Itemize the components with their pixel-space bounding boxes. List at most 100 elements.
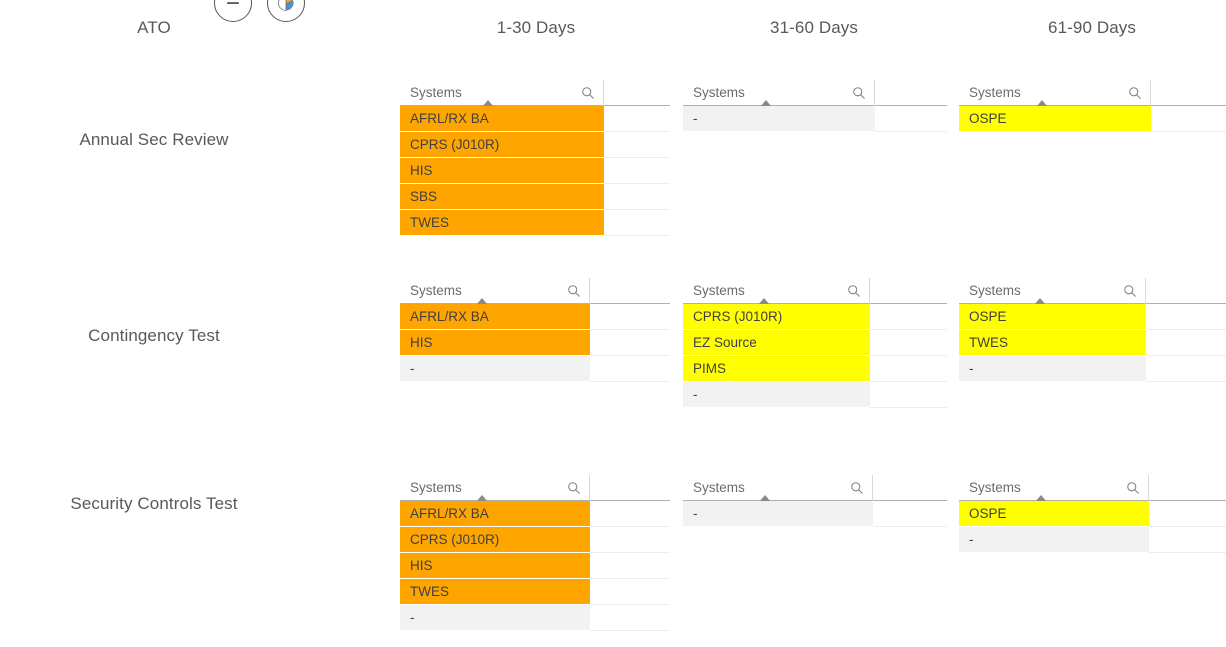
table-row[interactable]: SBS: [400, 184, 670, 210]
table-row[interactable]: AFRL/RX BA: [400, 106, 670, 132]
cell-system-name[interactable]: SBS: [400, 184, 604, 210]
cell-blank[interactable]: [1149, 527, 1226, 553]
cell-blank[interactable]: [1146, 356, 1226, 382]
cell-system-name[interactable]: OSPE: [959, 106, 1151, 132]
cell-system-name[interactable]: HIS: [400, 158, 604, 184]
cell-empty-value[interactable]: -: [683, 501, 873, 527]
table-row[interactable]: HIS: [400, 158, 670, 184]
cell-blank[interactable]: [870, 382, 947, 408]
column-header-systems[interactable]: Systems: [683, 474, 873, 502]
search-icon[interactable]: [567, 284, 581, 298]
table-row[interactable]: -: [683, 382, 947, 408]
table-row[interactable]: AFRL/RX BA: [400, 501, 670, 527]
column-header-systems[interactable]: Systems: [400, 277, 590, 305]
table-row[interactable]: CPRS (J010R): [683, 304, 947, 330]
cell-blank[interactable]: [870, 356, 947, 382]
cell-system-name[interactable]: TWES: [959, 330, 1146, 356]
column-header-systems[interactable]: Systems: [683, 79, 875, 107]
cell-system-name[interactable]: AFRL/RX BA: [400, 501, 590, 527]
column-header-blank[interactable]: [873, 475, 947, 501]
table-row[interactable]: HIS: [400, 330, 670, 356]
cell-blank[interactable]: [590, 501, 670, 527]
cell-empty-value[interactable]: -: [959, 527, 1149, 553]
cell-system-name[interactable]: CPRS (J010R): [683, 304, 870, 330]
table-row[interactable]: TWES: [400, 210, 670, 236]
cell-blank[interactable]: [604, 132, 670, 158]
cell-empty-value[interactable]: -: [400, 605, 590, 631]
column-header-systems[interactable]: Systems: [683, 277, 870, 305]
search-icon[interactable]: [847, 284, 861, 298]
table-row[interactable]: -: [400, 356, 670, 382]
column-header-blank[interactable]: [590, 278, 670, 304]
cell-blank[interactable]: [604, 210, 670, 236]
cell-blank[interactable]: [1149, 501, 1226, 527]
search-icon[interactable]: [850, 481, 864, 495]
cell-blank[interactable]: [604, 106, 670, 132]
table-row[interactable]: OSPE: [959, 106, 1226, 132]
cell-empty-value[interactable]: -: [400, 356, 590, 382]
table-row[interactable]: CPRS (J010R): [400, 527, 670, 553]
cell-system-name[interactable]: OSPE: [959, 304, 1146, 330]
cell-system-name[interactable]: OSPE: [959, 501, 1149, 527]
table-row[interactable]: -: [959, 356, 1226, 382]
cell-system-name[interactable]: TWES: [400, 579, 590, 605]
search-icon[interactable]: [567, 481, 581, 495]
table-row[interactable]: TWES: [400, 579, 670, 605]
table-row[interactable]: HIS: [400, 553, 670, 579]
cell-blank[interactable]: [590, 605, 670, 631]
column-header-blank[interactable]: [875, 80, 947, 106]
column-header-blank[interactable]: [1146, 278, 1226, 304]
table-row[interactable]: -: [683, 106, 947, 132]
cell-blank[interactable]: [875, 106, 947, 132]
search-icon[interactable]: [581, 86, 595, 100]
cell-blank[interactable]: [604, 158, 670, 184]
cell-blank[interactable]: [1146, 330, 1226, 356]
cell-blank[interactable]: [590, 579, 670, 605]
column-header-systems[interactable]: Systems: [959, 474, 1149, 502]
table-row[interactable]: OSPE: [959, 501, 1226, 527]
search-icon[interactable]: [1126, 481, 1140, 495]
cell-blank[interactable]: [590, 304, 670, 330]
table-row[interactable]: -: [400, 605, 670, 631]
column-header-systems[interactable]: Systems: [959, 277, 1146, 305]
cell-blank[interactable]: [1146, 304, 1226, 330]
column-header-blank[interactable]: [870, 278, 947, 304]
column-header-systems[interactable]: Systems: [959, 79, 1151, 107]
search-icon[interactable]: [1128, 86, 1142, 100]
cell-empty-value[interactable]: -: [683, 106, 875, 132]
column-header-systems[interactable]: Systems: [400, 474, 590, 502]
cell-system-name[interactable]: HIS: [400, 330, 590, 356]
column-header-blank[interactable]: [1151, 80, 1226, 106]
cell-system-name[interactable]: CPRS (J010R): [400, 132, 604, 158]
cell-system-name[interactable]: PIMS: [683, 356, 870, 382]
table-row[interactable]: PIMS: [683, 356, 947, 382]
cell-blank[interactable]: [870, 330, 947, 356]
cell-system-name[interactable]: CPRS (J010R): [400, 527, 590, 553]
table-row[interactable]: -: [683, 501, 947, 527]
cell-blank[interactable]: [604, 184, 670, 210]
cell-blank[interactable]: [1151, 106, 1226, 132]
cell-blank[interactable]: [873, 501, 947, 527]
cell-system-name[interactable]: HIS: [400, 553, 590, 579]
cell-system-name[interactable]: AFRL/RX BA: [400, 304, 590, 330]
cell-blank[interactable]: [590, 330, 670, 356]
table-row[interactable]: AFRL/RX BA: [400, 304, 670, 330]
table-row[interactable]: OSPE: [959, 304, 1226, 330]
cell-blank[interactable]: [590, 356, 670, 382]
cell-blank[interactable]: [590, 553, 670, 579]
column-header-blank[interactable]: [590, 475, 670, 501]
cell-blank[interactable]: [590, 527, 670, 553]
cell-system-name[interactable]: EZ Source: [683, 330, 870, 356]
column-header-blank[interactable]: [604, 80, 670, 106]
cell-empty-value[interactable]: -: [683, 382, 870, 408]
cell-system-name[interactable]: TWES: [400, 210, 604, 236]
table-row[interactable]: CPRS (J010R): [400, 132, 670, 158]
cell-system-name[interactable]: AFRL/RX BA: [400, 106, 604, 132]
table-row[interactable]: EZ Source: [683, 330, 947, 356]
table-row[interactable]: TWES: [959, 330, 1226, 356]
cell-blank[interactable]: [870, 304, 947, 330]
column-header-blank[interactable]: [1149, 475, 1226, 501]
search-icon[interactable]: [1123, 284, 1137, 298]
table-row[interactable]: -: [959, 527, 1226, 553]
cell-empty-value[interactable]: -: [959, 356, 1146, 382]
